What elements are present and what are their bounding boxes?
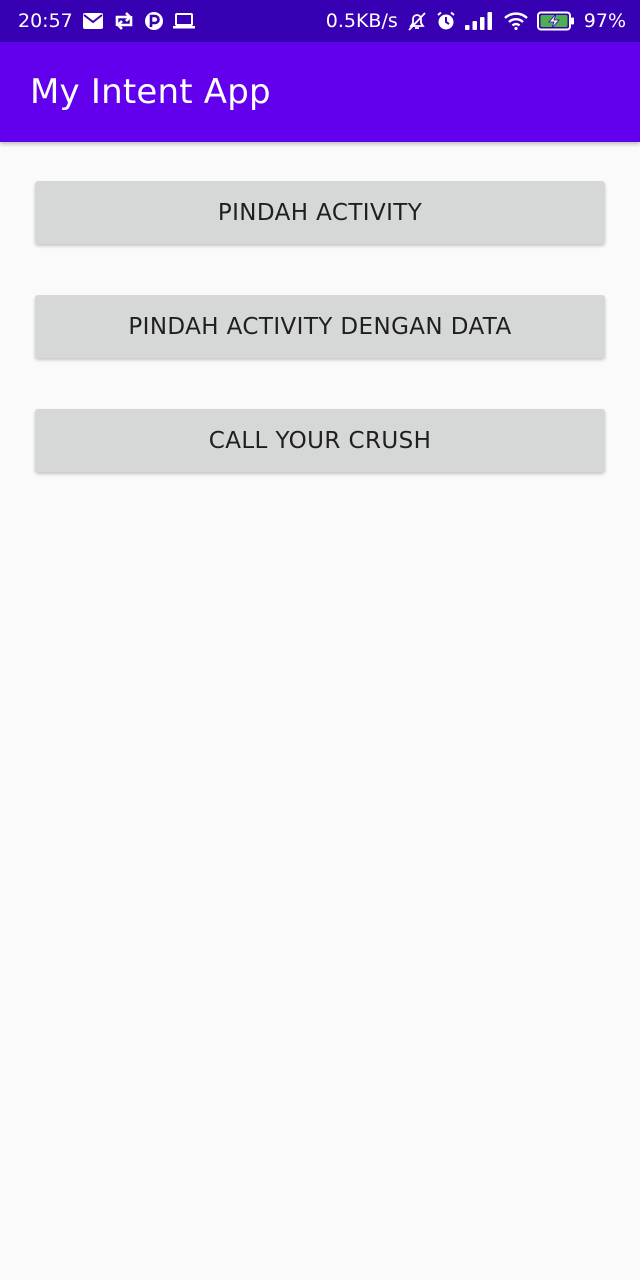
status-left: 20:57 (18, 10, 195, 32)
app-title: My Intent App (30, 72, 271, 112)
alarm-icon (436, 11, 456, 31)
app-bar: My Intent App (0, 42, 640, 142)
status-right: 0.5KB/s 97% (326, 10, 626, 32)
signal-icon (464, 12, 495, 30)
sync-icon (113, 12, 135, 30)
laptop-icon (172, 13, 195, 29)
mute-icon (407, 11, 427, 31)
wifi-icon (503, 12, 528, 30)
battery-percent: 97% (583, 10, 626, 32)
call-your-crush-button[interactable]: CALL YOUR CRUSH (35, 409, 605, 472)
battery-icon (536, 11, 575, 31)
pindah-activity-dengan-data-button[interactable]: PINDAH ACTIVITY DENGAN DATA (35, 295, 605, 358)
status-bar: 20:57 0.5KB/s 97% (0, 0, 640, 42)
mail-icon (82, 13, 103, 29)
net-speed: 0.5KB/s (325, 10, 398, 32)
status-time: 20:57 (18, 10, 73, 32)
pindah-activity-button[interactable]: PINDAH ACTIVITY (35, 181, 605, 244)
p-app-icon (144, 11, 163, 31)
